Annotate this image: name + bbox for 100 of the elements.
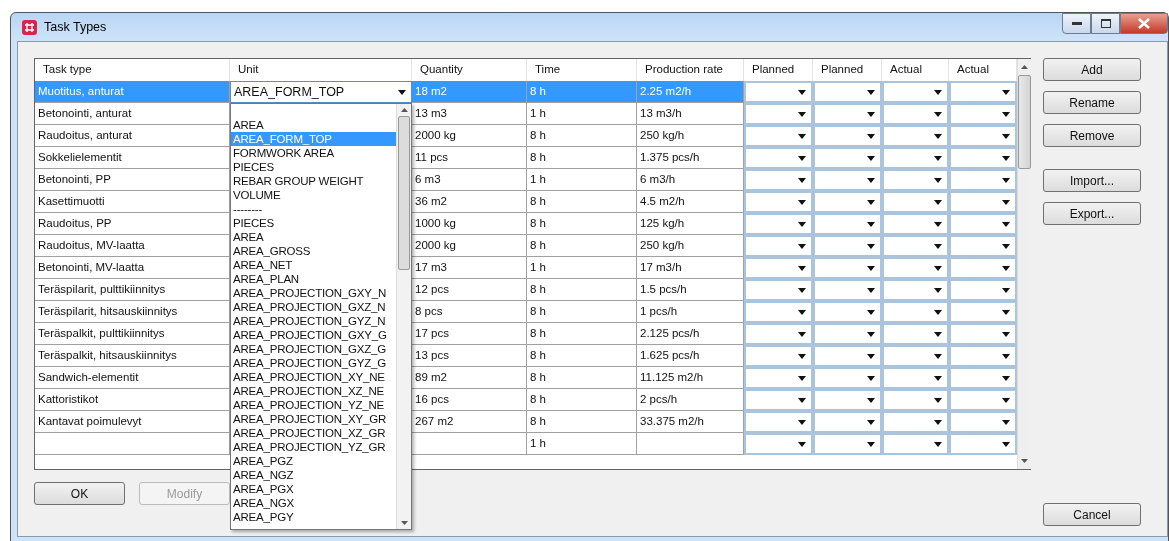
table-cell: 1 h [527,257,637,279]
dropdown-option[interactable]: AREA_NGX [231,496,396,510]
table-cell: 1.5 pcs/h [637,279,744,301]
dropdown-option[interactable]: AREA_PGY [231,510,396,524]
action-button[interactable]: Import... [1043,169,1141,192]
dropdown-arrow-icon [1002,243,1010,249]
table-cell: 4.5 m2/h [637,191,744,213]
dropdown-arrow-icon [798,375,806,381]
dropdown-option[interactable]: AREA_PGZ [231,454,396,468]
scroll-down-icon[interactable] [1021,459,1028,463]
table-cell: 8 h [527,411,637,433]
dropdown-option[interactable]: AREA_PROJECTION_XY_NE [231,370,396,384]
scroll-up-icon[interactable] [400,108,408,112]
table-cell: 13 m3/h [637,103,744,125]
table-cell: 13 pcs [412,345,527,367]
dropdown-option[interactable]: VOLUME [231,188,396,202]
table-cell: 6 m3 [412,169,527,191]
table-cell: 8 h [527,81,637,103]
dropdown-arrow-icon [934,155,942,161]
scroll-down-icon[interactable] [400,521,408,525]
dropdown-arrow-icon [934,375,942,381]
scroll-thumb[interactable] [398,116,410,270]
action-button[interactable]: Add [1043,58,1141,81]
table-cell: Teräspalkit, hitsauskiinnitys [35,345,230,367]
table-cell: 1.375 pcs/h [637,147,744,169]
dropdown-arrow-icon [798,331,806,337]
dropdown-arrow-icon [1002,353,1010,359]
dropdown-arrow-icon [1002,133,1010,139]
dropdown-option[interactable]: AREA_PROJECTION_YZ_NE [231,398,396,412]
dropdown-arrow-icon [1002,419,1010,425]
close-button[interactable] [1120,13,1168,34]
scrollbar[interactable] [1017,59,1031,469]
scroll-thumb[interactable] [1018,75,1031,169]
table-cell: Sandwich-elementit [35,367,230,389]
maximize-button[interactable] [1091,13,1120,34]
dropdown-arrow-icon [934,397,942,403]
dropdown-option[interactable]: AREA_PROJECTION_GXZ_N [231,300,396,314]
dropdown-arrow-icon [1002,309,1010,315]
dropdown-option[interactable]: AREA_PGX [231,482,396,496]
dropdown-option[interactable]: PIECES [231,216,396,230]
dropdown-option[interactable]: AREA_PROJECTION_YZ_GR [231,440,396,454]
dropdown-arrow-icon [934,111,942,117]
dropdown-arrow-icon [934,133,942,139]
dropdown-arrow-icon [867,353,875,359]
table-cell: 17 m3 [412,257,527,279]
dropdown-option[interactable]: AREA_NET [231,258,396,272]
dropdown-option[interactable]: AREA_GROSS [231,244,396,258]
dropdown-option[interactable]: AREA_PROJECTION_GXY_G [231,328,396,342]
table-cell: 18 m2 [412,81,527,103]
dropdown-option[interactable]: PIECES [231,160,396,174]
close-icon [1138,18,1150,29]
dropdown-option[interactable]: REBAR GROUP WEIGHT [231,174,396,188]
table-cell: Betonointi, MV-laatta [35,257,230,279]
table-cell: 250 kg/h [637,125,744,147]
dropdown-arrow-icon [934,419,942,425]
table-cell: 2.25 m2/h [637,81,744,103]
dropdown-arrow-icon [798,111,806,117]
dropdown-arrow-icon [398,89,406,95]
table-cell: 8 h [527,125,637,147]
dropdown-arrow-icon [934,199,942,205]
dropdown-option[interactable]: AREA_NGZ [231,468,396,482]
dropdown-arrow-icon [867,287,875,293]
dropdown-option[interactable]: AREA_PROJECTION_GYZ_N [231,314,396,328]
dropdown-arrow-icon [867,89,875,95]
dropdown-option[interactable]: FORMWORK AREA [231,146,396,160]
dropdown-option[interactable]: AREA_PROJECTION_XZ_NE [231,384,396,398]
minimize-button[interactable] [1062,13,1091,34]
dropdown-option[interactable]: AREA_PROJECTION_XY_GR [231,412,396,426]
table-cell: Sokkelielementit [35,147,230,169]
dropdown-option[interactable]: AREA_PROJECTION_GYZ_G [231,356,396,370]
dropdown-arrow-icon [867,397,875,403]
dropdown-arrow-icon [934,309,942,315]
dropdown-option[interactable]: AREA [231,230,396,244]
dropdown-arrow-icon [934,331,942,337]
table-cell: 125 kg/h [637,213,744,235]
table-cell: Betonointi, PP [35,169,230,191]
table-cell: 13 m3 [412,103,527,125]
table-cell: 8 h [527,367,637,389]
table-cell: 8 h [527,279,637,301]
table-cell: 8 h [527,323,637,345]
action-button[interactable]: Export... [1043,202,1141,225]
unit-dropdown[interactable]: AREA_FORM_TOP [230,81,412,103]
action-button[interactable]: Remove [1043,124,1141,147]
table-cell: 11.125 m2/h [637,367,744,389]
ok-button[interactable]: OK [34,482,125,505]
scroll-up-icon[interactable] [1021,65,1028,69]
cancel-button[interactable]: Cancel [1043,503,1141,526]
dropdown-option[interactable]: AREA [231,118,396,132]
dropdown-arrow-icon [934,89,942,95]
dropdown-option[interactable]: AREA_PROJECTION_GXZ_G [231,342,396,356]
dropdown-option[interactable]: AREA_PLAN [231,272,396,286]
action-button[interactable]: Rename [1043,91,1141,114]
dropdown-arrow-icon [867,419,875,425]
table-cell: 89 m2 [412,367,527,389]
table-cell: 8 h [527,389,637,411]
table-cell: 1 h [527,169,637,191]
dropdown-option[interactable]: -------- [231,202,396,216]
dropdown-option[interactable]: AREA_PROJECTION_GXY_N [231,286,396,300]
dropdown-option[interactable]: AREA_PROJECTION_XZ_GR [231,426,396,440]
list-scrollbar[interactable] [396,104,411,529]
